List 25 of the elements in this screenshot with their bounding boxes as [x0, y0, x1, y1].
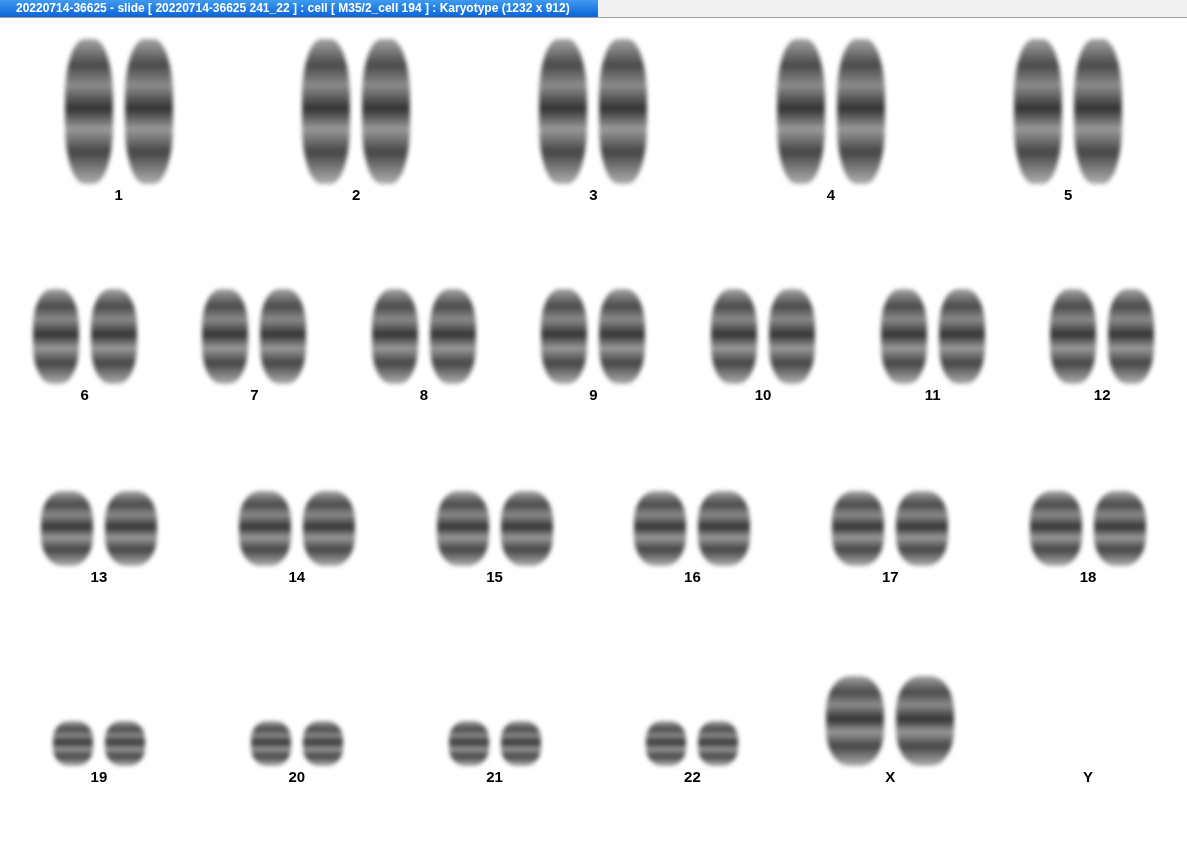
- chromosome-label: 2: [351, 186, 361, 204]
- chromosome-label: 5: [1064, 186, 1073, 204]
- chromosome-label: 9: [589, 386, 598, 404]
- chromosome-label: 13: [90, 568, 108, 586]
- chromosome-label: 22: [684, 768, 701, 786]
- chromosome-label: 3: [589, 186, 598, 204]
- chromosome-label: 11: [924, 386, 941, 404]
- chromosome-label: 17: [881, 568, 899, 586]
- chromosome-label: 19: [90, 768, 108, 786]
- chromosome-label: X: [885, 768, 896, 786]
- chromosome-label: Y: [1083, 768, 1094, 786]
- chromosome-label: 16: [684, 568, 701, 586]
- chromosome-label: 14: [288, 568, 306, 586]
- chromosome-label: 8: [419, 386, 429, 404]
- chromosome-label: 12: [1093, 386, 1111, 404]
- chromosome-label: 7: [250, 386, 259, 404]
- chromosome-label: 15: [486, 568, 503, 586]
- chromosome-label: 4: [826, 186, 836, 204]
- chromosome-label: 18: [1079, 568, 1097, 586]
- chromosome-label: 6: [80, 386, 89, 404]
- window-title: 20220714-36625 - slide [ 20220714-36625 241_22 ] : cell [ M35/2_cell 194 ] : Karyotype (1232 x 912): [0, 0, 598, 17]
- chromosome-label: 21: [486, 768, 503, 786]
- chromosome-label: 10: [754, 386, 772, 404]
- chromosome-label: 1: [114, 186, 123, 204]
- chromosome-label: 20: [288, 768, 306, 786]
